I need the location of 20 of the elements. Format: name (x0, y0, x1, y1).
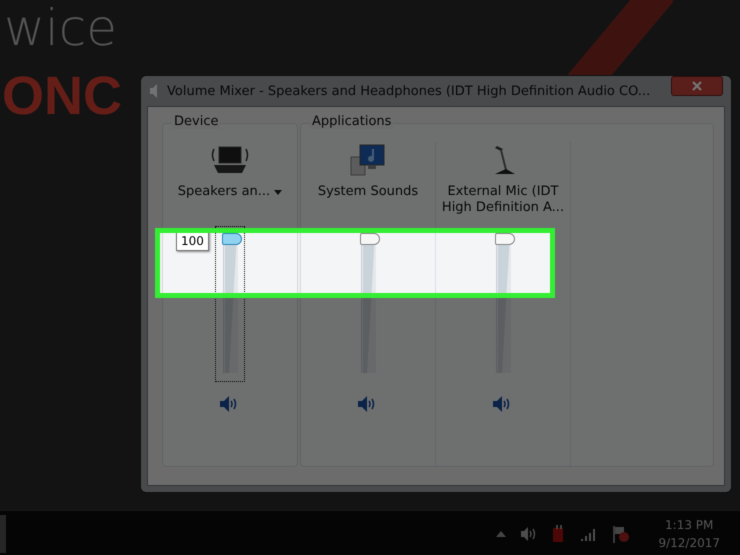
speaker-icon (149, 83, 159, 99)
channel-name: External Mic (IDT High Definition A... (440, 184, 566, 217)
window-title: Volume Mixer - Speakers and Headphones (IDT High Definition Audio CO... (167, 84, 652, 98)
flag-icon[interactable] (612, 524, 630, 542)
close-icon (691, 81, 703, 91)
group-label: Applications (310, 114, 394, 129)
wallpaper-text: wice (4, 0, 118, 56)
clock-time: 1:13 PM (665, 518, 714, 532)
slider-thumb[interactable] (222, 233, 242, 245)
caret-icon (274, 190, 282, 195)
start-button[interactable] (0, 514, 6, 552)
close-button[interactable] (671, 76, 723, 96)
wallpaper-text: ONC (2, 66, 122, 126)
slider-thumb[interactable] (360, 233, 380, 245)
volume-tooltip: 100 (176, 231, 209, 251)
slider-thumb[interactable] (494, 233, 514, 245)
channel-name: System Sounds (316, 184, 420, 201)
caret-icon[interactable] (496, 530, 506, 536)
clock-date: 9/12/2017 (658, 536, 720, 550)
channel-name[interactable]: Speakers an... (166, 184, 294, 222)
